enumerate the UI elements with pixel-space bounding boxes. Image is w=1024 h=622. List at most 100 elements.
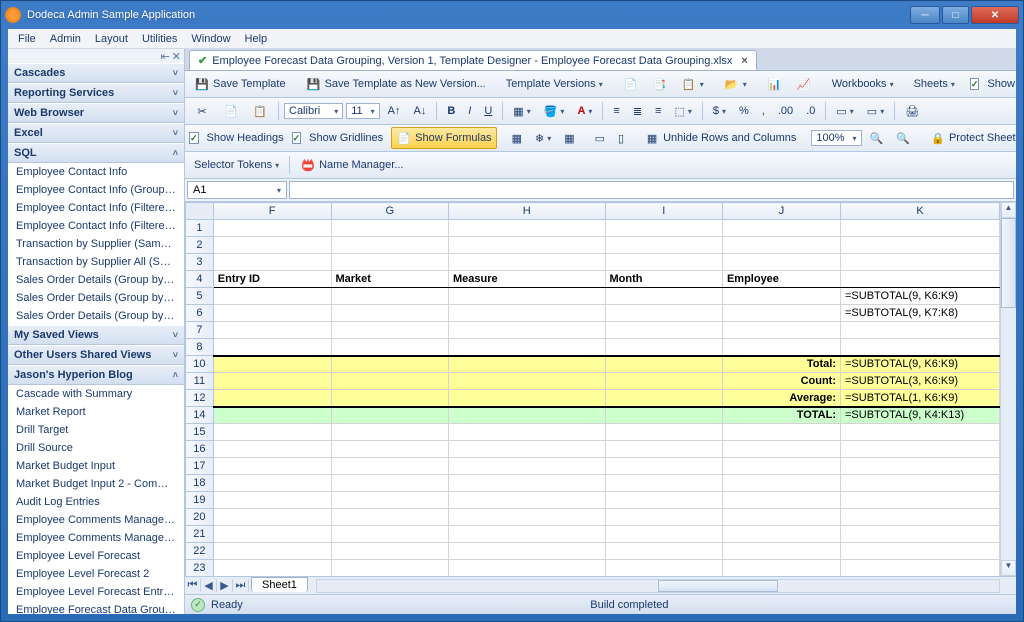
row-header[interactable]: 2 (186, 237, 214, 254)
cell[interactable] (213, 390, 331, 407)
cell[interactable] (605, 390, 722, 407)
cell[interactable] (605, 475, 722, 492)
cell[interactable] (213, 543, 331, 560)
name-box[interactable]: A1▾ (187, 181, 287, 199)
sidebar-category[interactable]: SQL˄ (8, 143, 184, 163)
tb-icon-6[interactable]: 📈 (791, 73, 817, 95)
sidebar-item[interactable]: Transaction by Supplier All (Sample... (8, 253, 184, 271)
cell[interactable]: Count: (722, 373, 840, 390)
horizontal-scrollbar[interactable] (316, 579, 1000, 593)
font-color-button[interactable]: A▾ (572, 102, 597, 120)
decrease-decimal-button[interactable]: .0 (801, 102, 820, 120)
zoom-in-button[interactable]: 🔍 (891, 129, 915, 148)
save-template-button[interactable]: 💾Save Template (189, 73, 291, 95)
row-header[interactable]: 23 (186, 560, 214, 577)
menu-window[interactable]: Window (185, 31, 236, 47)
name-manager-button[interactable]: 📛Name Manager... (295, 154, 408, 176)
row-header[interactable]: 16 (186, 441, 214, 458)
cell[interactable] (331, 322, 449, 339)
sidebar-item[interactable]: Employee Comments Management (8, 529, 184, 547)
cell[interactable] (213, 424, 331, 441)
cell[interactable] (449, 390, 606, 407)
cell[interactable] (449, 237, 606, 254)
format-button[interactable]: ▭▾ (831, 102, 858, 121)
cell[interactable]: =SUBTOTAL(3, K6:K9) (841, 373, 1000, 390)
col-header[interactable]: H (449, 203, 606, 220)
cell[interactable] (449, 475, 606, 492)
sidebar-item[interactable]: Employee Forecast Data Grouping (8, 601, 184, 614)
cell[interactable] (605, 322, 722, 339)
cell[interactable] (605, 407, 722, 424)
cell[interactable]: =SUBTOTAL(9, K6:K9) (841, 356, 1000, 373)
show-gridlines-checkbox[interactable]: ✓ (292, 132, 302, 144)
cell[interactable] (449, 441, 606, 458)
cell[interactable] (331, 288, 449, 305)
sidebar-item[interactable]: Employee Level Forecast (8, 547, 184, 565)
cell[interactable] (722, 424, 840, 441)
tb-view-3[interactable]: ▭ (590, 129, 610, 148)
cell[interactable]: Total: (722, 356, 840, 373)
cell[interactable] (449, 492, 606, 509)
increase-decimal-button[interactable]: .00 (773, 102, 798, 120)
sheets-dropdown[interactable]: Sheets▾ (909, 75, 960, 93)
cell[interactable] (841, 509, 1000, 526)
cell[interactable] (449, 509, 606, 526)
sidebar-item[interactable]: Employee Contact Info (Grouped by... (8, 181, 184, 199)
percent-button[interactable]: % (734, 102, 754, 120)
cell[interactable] (605, 424, 722, 441)
row-header[interactable]: 10 (186, 356, 214, 373)
tb-icon-3[interactable]: 📋▾ (676, 73, 709, 95)
cell[interactable] (605, 509, 722, 526)
sidebar-category[interactable]: Reporting Services˅ (8, 83, 184, 103)
tab-nav-last[interactable]: ⏭ (233, 579, 249, 592)
col-header[interactable]: J (722, 203, 840, 220)
cell[interactable] (331, 254, 449, 271)
cell[interactable]: Measure (449, 271, 606, 288)
row-header[interactable]: 5 (186, 288, 214, 305)
selector-tokens-dropdown[interactable]: Selector Tokens▾ (189, 156, 284, 174)
underline-button[interactable]: U (479, 102, 497, 120)
cell[interactable] (213, 458, 331, 475)
cell[interactable] (605, 237, 722, 254)
document-tab-close-icon[interactable]: × (741, 55, 747, 67)
cell[interactable] (605, 288, 722, 305)
menu-help[interactable]: Help (239, 31, 274, 47)
cell[interactable] (605, 441, 722, 458)
sidebar-item[interactable]: Drill Source (8, 439, 184, 457)
cell[interactable] (605, 339, 722, 356)
row-header[interactable]: 4 (186, 271, 214, 288)
sidebar-item[interactable]: Market Budget Input (8, 457, 184, 475)
cell[interactable]: =SUBTOTAL(9, K7:K8) (841, 305, 1000, 322)
cell[interactable] (449, 560, 606, 577)
cell[interactable] (331, 373, 449, 390)
cell[interactable] (722, 560, 840, 577)
cell[interactable] (331, 356, 449, 373)
cell[interactable] (841, 560, 1000, 577)
merge-button[interactable]: ⬚▾ (669, 102, 696, 121)
cell[interactable] (449, 407, 606, 424)
tab-nav-prev[interactable]: ◀ (201, 579, 217, 592)
align-center-button[interactable]: ≣ (628, 102, 647, 121)
show-formulas-button[interactable]: 📄Show Formulas (391, 127, 496, 149)
cell[interactable] (722, 492, 840, 509)
bold-button[interactable]: B (442, 102, 460, 120)
sidebar-category[interactable]: Jason's Hyperion Blog˄ (8, 365, 184, 385)
sidebar-item[interactable]: Drill Target (8, 421, 184, 439)
sidebar-item[interactable]: Employee Contact Info (Filtered by:... (8, 199, 184, 217)
align-right-button[interactable]: ≡ (650, 102, 666, 120)
fill-color-button[interactable]: 🪣▾ (539, 102, 570, 121)
cell[interactable] (722, 441, 840, 458)
cell[interactable]: TOTAL: (722, 407, 840, 424)
cell[interactable] (449, 322, 606, 339)
cell[interactable] (213, 526, 331, 543)
sidebar-category[interactable]: Web Browser˅ (8, 103, 184, 123)
cell[interactable] (841, 458, 1000, 475)
cell[interactable] (605, 492, 722, 509)
row-header[interactable]: 18 (186, 475, 214, 492)
cell[interactable] (841, 424, 1000, 441)
cell[interactable] (213, 492, 331, 509)
cell[interactable] (449, 526, 606, 543)
cell[interactable] (213, 305, 331, 322)
sidebar-category[interactable]: Excel˅ (8, 123, 184, 143)
cell[interactable] (331, 441, 449, 458)
